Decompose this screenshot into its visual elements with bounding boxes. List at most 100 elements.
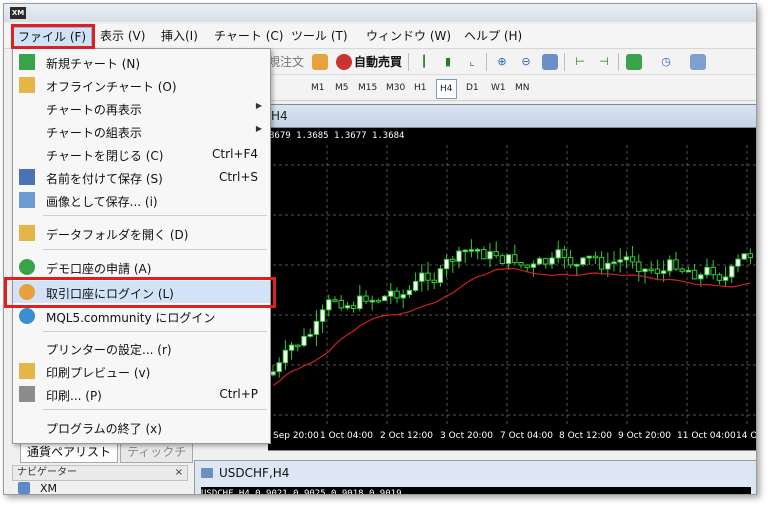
new-chart-icon bbox=[19, 54, 35, 70]
menu-item-save-as[interactable]: 名前を付けて保存 (S) Ctrl+S bbox=[13, 166, 270, 188]
menu-item-label: チャートを閉じる (C) bbox=[46, 149, 164, 163]
timeframe-m30[interactable]: M30 bbox=[383, 79, 408, 97]
close-icon[interactable]: × bbox=[175, 466, 183, 480]
auto-trading-icon[interactable] bbox=[336, 54, 352, 70]
tile-windows-icon[interactable] bbox=[542, 54, 558, 70]
candle-body bbox=[729, 265, 735, 278]
x-axis-label: 8 Oct 12:00 bbox=[559, 431, 612, 441]
indicators-icon[interactable] bbox=[626, 54, 642, 70]
timeframe-h4[interactable]: H4 bbox=[436, 79, 457, 99]
menu-help[interactable]: ヘルプ (H) bbox=[459, 27, 527, 45]
candle-body bbox=[648, 268, 654, 272]
chart-window[interactable]: H4 8679 1.3685 1.3677 1.3684 Sep 20:00 1… bbox=[266, 104, 757, 451]
candle-body bbox=[307, 333, 313, 337]
candle-body bbox=[530, 263, 537, 268]
new-order-button[interactable]: 規注文 bbox=[268, 54, 304, 70]
menu-item-label: デモ口座の申請 (A) bbox=[46, 262, 152, 276]
candle-body bbox=[412, 280, 419, 291]
menu-item-mql5-login[interactable]: MQL5.community にログイン bbox=[13, 305, 270, 327]
candle-body bbox=[623, 256, 630, 261]
menu-view[interactable]: 表示 (V) bbox=[95, 27, 150, 45]
menu-item-close-chart[interactable]: チャートを閉じる (C) Ctrl+F4 bbox=[13, 143, 270, 165]
candle-body bbox=[332, 299, 338, 302]
candle-body bbox=[487, 251, 493, 260]
menu-separator bbox=[43, 249, 267, 250]
timeframe-w1[interactable]: W1 bbox=[488, 79, 509, 97]
menu-window[interactable]: ウィンドウ (W) bbox=[361, 27, 456, 45]
candle-body bbox=[301, 335, 307, 346]
menu-item-chart-set[interactable]: チャートの組表示 ▶ bbox=[13, 120, 270, 142]
timeframe-mn[interactable]: MN bbox=[512, 79, 533, 97]
candle-body bbox=[611, 261, 617, 265]
menu-item-label: 印刷... (P) bbox=[46, 389, 102, 403]
menu-item-label: 新規チャート (N) bbox=[46, 57, 141, 71]
clock-icon[interactable]: ◷ bbox=[658, 54, 674, 70]
candle-body bbox=[629, 256, 636, 263]
folder-icon bbox=[19, 225, 35, 241]
x-axis-label: 2 Oct 12:00 bbox=[380, 431, 433, 441]
app-logo-icon: XM bbox=[10, 7, 26, 19]
menu-item-printer-settings[interactable]: プリンターの設定... (r) bbox=[13, 337, 270, 359]
zoom-in-icon[interactable]: ⊕ bbox=[494, 54, 510, 70]
candle-body bbox=[499, 255, 506, 264]
timeframe-m15[interactable]: M15 bbox=[355, 79, 380, 97]
tab-tick-chart[interactable]: ティックチ bbox=[120, 441, 194, 463]
menu-separator bbox=[43, 215, 267, 216]
menu-item-offline-chart[interactable]: オフラインチャート (O) bbox=[13, 74, 270, 96]
candle-body bbox=[691, 269, 698, 280]
zoom-out-icon[interactable]: ⊖ bbox=[518, 54, 534, 70]
menu-item-demo-account[interactable]: デモ口座の申請 (A) bbox=[13, 256, 270, 278]
bar-chart-icon[interactable]: ┃ bbox=[416, 54, 432, 70]
menu-item-save-image[interactable]: 画像として保存... (i) bbox=[13, 189, 270, 211]
x-axis-label: 1 Oct 04:00 bbox=[320, 431, 373, 441]
candle-body bbox=[443, 258, 450, 270]
candle-body bbox=[437, 268, 444, 283]
market-watch-icon[interactable] bbox=[312, 54, 328, 70]
candle-body bbox=[276, 362, 282, 373]
menu-chart[interactable]: チャート (C) bbox=[209, 27, 288, 45]
candle-body bbox=[313, 320, 320, 335]
candlestick-icon[interactable]: ▮ bbox=[440, 54, 456, 70]
auto-trading-button[interactable]: 自動売買 bbox=[354, 54, 402, 70]
candle-body bbox=[350, 305, 357, 310]
candle-body bbox=[388, 290, 394, 297]
candle-body bbox=[468, 249, 475, 252]
menu-separator bbox=[43, 409, 267, 410]
menu-item-chart-redisplay[interactable]: チャートの再表示 ▶ bbox=[13, 97, 270, 119]
menu-item-exit[interactable]: プログラムの終了 (x) bbox=[13, 416, 270, 438]
tab-symbols[interactable]: 通貨ペアリスト bbox=[20, 441, 119, 463]
x-axis-label: 7 Oct 04:00 bbox=[500, 431, 553, 441]
menu-bar: ファイル (F) 表示 (V) 挿入(I) チャート (C) ツール (T) ウ… bbox=[4, 24, 756, 49]
menu-item-print[interactable]: 印刷... (P) Ctrl+P bbox=[13, 383, 270, 405]
timeframe-toolbar: M1 M5 M15 M30 H1 H4 D1 W1 MN bbox=[266, 76, 756, 101]
submenu-arrow-icon: ▶ bbox=[255, 101, 262, 110]
menu-item-open-data-folder[interactable]: データフォルダを開く (D) bbox=[13, 222, 270, 244]
menu-separator bbox=[43, 331, 267, 332]
chart-window-icon bbox=[201, 468, 213, 478]
candlestick-chart[interactable] bbox=[267, 105, 757, 450]
auto-scroll-icon[interactable]: ⊣ bbox=[596, 54, 612, 70]
navigator-item-xm[interactable]: XM bbox=[12, 481, 186, 494]
templates-icon[interactable] bbox=[690, 54, 706, 70]
timeframe-h1[interactable]: H1 bbox=[411, 79, 430, 97]
x-axis-label: 11 Oct 04:00 bbox=[677, 431, 736, 441]
chart-shift-icon[interactable]: ⊢ bbox=[572, 54, 588, 70]
candle-body bbox=[462, 249, 468, 253]
chart-window-usdchf[interactable]: USDCHF,H4 USDCHF,H4 0.9021 0.9025 0.9018… bbox=[194, 460, 756, 494]
line-chart-icon[interactable]: ⌞ bbox=[464, 54, 480, 70]
timeframe-m1[interactable]: M1 bbox=[308, 79, 328, 97]
candle-body bbox=[636, 261, 642, 273]
candle-body bbox=[381, 295, 388, 302]
menu-insert[interactable]: 挿入(I) bbox=[156, 27, 203, 45]
menu-tools[interactable]: ツール (T) bbox=[286, 27, 353, 45]
submenu-arrow-icon: ▶ bbox=[255, 124, 262, 133]
save-image-icon bbox=[19, 192, 35, 208]
timeframe-d1[interactable]: D1 bbox=[463, 79, 482, 97]
timeframe-m5[interactable]: M5 bbox=[332, 79, 352, 97]
menu-item-label: 画像として保存... (i) bbox=[46, 195, 158, 209]
candle-body bbox=[282, 349, 289, 364]
toolbar-separator bbox=[486, 53, 487, 71]
candle-body bbox=[698, 274, 704, 280]
menu-item-print-preview[interactable]: 印刷プレビュー (v) bbox=[13, 360, 270, 382]
menu-item-new-chart[interactable]: 新規チャート (N) bbox=[13, 51, 270, 73]
